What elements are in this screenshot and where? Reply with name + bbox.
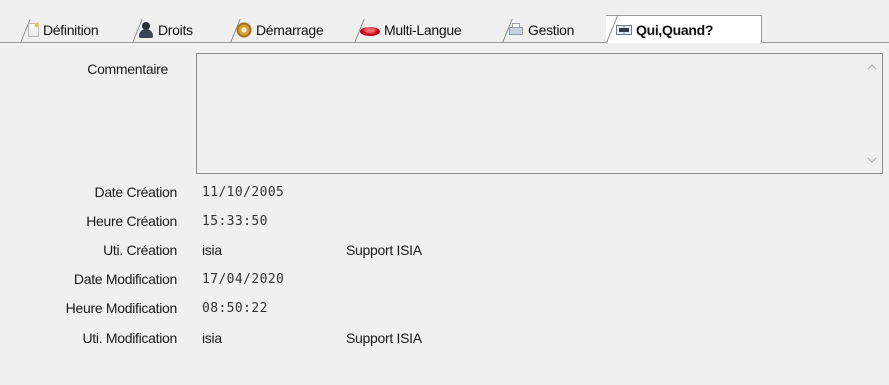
uti-creation-value: isia (202, 242, 222, 258)
date-modification-value: 17/04/2020 (202, 272, 285, 287)
heure-modification-label: Heure Modification (65, 300, 178, 316)
comment-textarea[interactable] (196, 53, 883, 174)
qui-quand-window: Définition Droits Démarrage Multi-Langue… (0, 0, 889, 385)
book-icon (616, 22, 632, 38)
tab-label: Définition (43, 22, 99, 38)
lips-icon (360, 26, 380, 36)
user-icon (138, 22, 154, 38)
uti-modification-value: isia (202, 330, 222, 346)
gear-icon (236, 22, 252, 38)
tab-qui-quand[interactable]: Qui,Quand? (606, 15, 762, 43)
uti-modification-name: Support ISIA (346, 330, 422, 346)
heure-modification-value: 08:50:22 (202, 301, 268, 316)
tab-definition[interactable]: Définition (18, 18, 130, 43)
comment-scrollbar[interactable] (862, 54, 882, 173)
tab-multi-langue[interactable]: Multi-Langue (352, 18, 498, 43)
uti-creation-name: Support ISIA (346, 242, 422, 258)
date-modification-label: Date Modification (73, 271, 177, 287)
tab-label: Multi-Langue (384, 22, 462, 38)
tab-strip: Définition Droits Démarrage Multi-Langue… (0, 0, 889, 46)
printer-icon (508, 22, 524, 38)
comment-label: Commentaire (87, 61, 168, 77)
tab-label: Gestion (528, 22, 575, 38)
date-creation-label: Date Création (94, 184, 178, 200)
tab-label: Droits (158, 22, 193, 38)
document-icon (28, 23, 39, 37)
scroll-up-icon[interactable] (867, 62, 877, 72)
tab-gestion[interactable]: Gestion (500, 18, 604, 43)
uti-creation-label: Uti. Création (103, 242, 177, 258)
tab-label: Qui,Quand? (636, 21, 714, 38)
heure-creation-label: Heure Création (86, 213, 177, 229)
tab-droits[interactable]: Droits (130, 18, 208, 43)
scroll-down-icon[interactable] (867, 155, 877, 165)
uti-modification-label: Uti. Modification (82, 330, 178, 346)
heure-creation-value: 15:33:50 (202, 214, 268, 229)
date-creation-value: 11/10/2005 (202, 185, 285, 200)
tab-label: Démarrage (256, 22, 324, 38)
tab-panel: Commentaire Date Création 11/10/2005 Heu… (0, 42, 889, 385)
tab-demarrage[interactable]: Démarrage (228, 18, 352, 43)
